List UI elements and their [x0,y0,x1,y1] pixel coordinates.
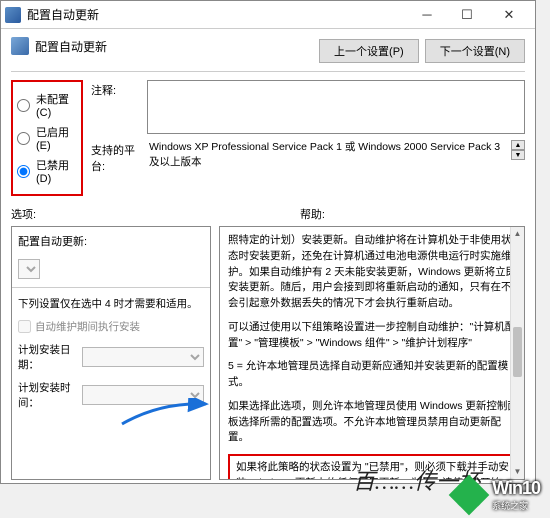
platform-stepper[interactable]: ▲ ▼ [511,140,525,160]
radio-enabled-label: 已启用(E) [36,124,79,152]
radio-not-configured-input[interactable] [17,99,30,112]
radio-disabled-label: 已禁用(D) [36,157,79,185]
auto-maintenance-checkbox-input[interactable] [18,320,31,333]
platform-label: 支持的平台: [91,140,147,174]
stepper-up-icon[interactable]: ▲ [511,140,525,150]
titlebar: 配置自动更新 ─ ☐ ✕ [1,1,535,29]
maximize-button[interactable]: ☐ [447,3,487,27]
auto-maintenance-checkbox-label: 自动维护期间执行安装 [35,319,140,334]
watermark-logo-icon [452,478,486,512]
help-p3: 5 = 允许本地管理员选择自动更新应通知并安装更新的配置模式。 [228,359,518,391]
help-label: 帮助: [300,206,325,222]
radio-enabled-input[interactable] [17,132,30,145]
prev-setting-button[interactable]: 上一个设置(P) [319,39,419,63]
radio-not-configured[interactable]: 未配置(C) [15,91,79,119]
schedule-day-select[interactable] [82,347,204,367]
stepper-down-icon[interactable]: ▼ [511,150,525,160]
close-button[interactable]: ✕ [487,3,531,27]
help-panel: 照特定的计划）安装更新。自动维护将在计算机处于非使用状态时安装更新，还免在计算机… [219,226,525,480]
update-mode-select[interactable] [18,259,40,279]
schedule-time-label: 计划安装时间： [18,380,82,410]
help-p4: 如果选择此选项，则允许本地管理员使用 Windows 更新控制面板选择所需的配置… [228,399,518,446]
schedule-time-select[interactable] [82,385,204,405]
state-radio-group: 未配置(C) 已启用(E) 已禁用(D) [11,80,83,196]
config-title: 配置自动更新 [35,38,107,55]
separator [11,71,525,72]
options-panel: 配置自动更新: 下列设置仅在选中 4 时才需要和适用。 自动维护期间执行安装 计… [11,226,211,480]
minimize-button[interactable]: ─ [407,3,447,27]
app-icon [5,7,21,23]
radio-disabled-input[interactable] [17,165,30,178]
scroll-up-icon[interactable]: ▲ [511,227,524,241]
watermark-title: Win10 [492,478,540,498]
scroll-thumb[interactable] [513,327,522,377]
schedule-day-label: 计划安装日期： [18,342,82,372]
config-icon [11,37,29,55]
auto-maintenance-checkbox[interactable]: 自动维护期间执行安装 [18,319,204,334]
options-title: 配置自动更新: [18,233,204,249]
next-setting-button[interactable]: 下一个设置(N) [425,39,525,63]
window-title: 配置自动更新 [27,6,407,23]
notes-label: 注释: [91,80,147,98]
options-separator [12,287,210,288]
options-note: 下列设置仅在选中 4 时才需要和适用。 [18,296,204,311]
radio-disabled[interactable]: 已禁用(D) [15,157,79,185]
watermark: Win10 系统之家 [452,478,540,512]
notes-input[interactable] [147,80,525,134]
watermark-subtitle: 系统之家 [492,499,540,512]
radio-enabled[interactable]: 已启用(E) [15,124,79,152]
platform-text: Windows XP Professional Service Pack 1 或… [147,140,508,169]
options-label: 选项: [11,206,36,222]
radio-not-configured-label: 未配置(C) [36,91,79,119]
help-highlight: 如果将此策略的状态设置为 "已禁用"，则必须下载并手动安装 Windows 更新… [228,454,518,480]
help-p2: 可以通过使用以下组策略设置进一步控制自动维护："计算机配置" > "管理模板" … [228,320,518,352]
help-scrollbar[interactable]: ▲ ▼ [510,227,524,479]
help-p1: 照特定的计划）安装更新。自动维护将在计算机处于非使用状态时安装更新，还免在计算机… [228,233,518,312]
scroll-down-icon[interactable]: ▼ [511,465,524,479]
